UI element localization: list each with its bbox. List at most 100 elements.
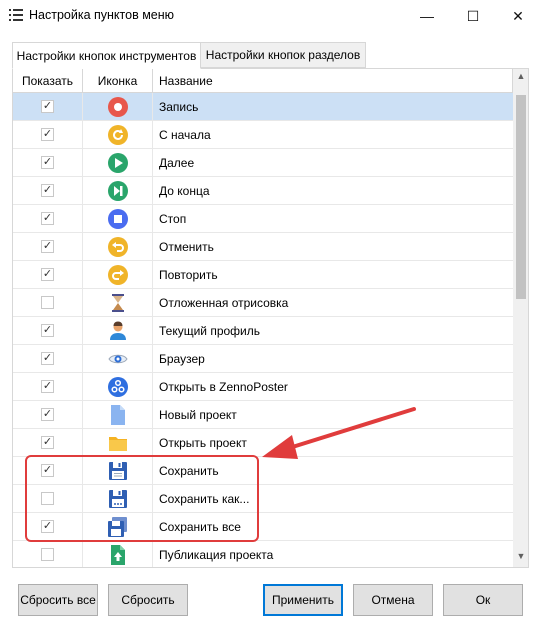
item-name: Повторить <box>159 267 218 282</box>
show-cell <box>13 485 83 512</box>
item-name: До конца <box>159 183 210 198</box>
table-row[interactable]: ✓ Текущий профиль <box>13 317 513 345</box>
table-row[interactable]: ✓ Сохранить все <box>13 513 513 541</box>
icon-cell <box>83 121 153 148</box>
play-icon <box>107 152 128 173</box>
show-cell: ✓ <box>13 121 83 148</box>
show-checkbox[interactable] <box>41 296 54 309</box>
show-cell: ✓ <box>13 93 83 120</box>
close-button[interactable]: ✕ <box>495 0 541 32</box>
icon-cell <box>83 429 153 456</box>
show-cell: ✓ <box>13 457 83 484</box>
window-title: Настройка пунктов меню <box>29 8 175 22</box>
show-cell: ✓ <box>13 149 83 176</box>
table-row[interactable]: ✓ Отменить <box>13 233 513 261</box>
show-cell: ✓ <box>13 317 83 344</box>
table-row[interactable]: Публикация проекта <box>13 541 513 567</box>
show-cell: ✓ <box>13 429 83 456</box>
scroll-down-arrow-icon[interactable]: ▼ <box>513 551 528 565</box>
folder-icon <box>108 436 127 451</box>
save-all-icon <box>107 516 127 537</box>
show-cell: ✓ <box>13 261 83 288</box>
icon-cell <box>83 373 153 400</box>
icon-cell <box>83 289 153 316</box>
item-name: Сохранить <box>159 463 219 478</box>
show-cell <box>13 541 83 567</box>
scroll-up-arrow-icon[interactable]: ▲ <box>513 71 528 85</box>
item-name: Браузер <box>159 351 205 366</box>
table-row[interactable]: ✓ Сохранить <box>13 457 513 485</box>
show-cell: ✓ <box>13 177 83 204</box>
scrollbar-thumb[interactable] <box>516 95 526 299</box>
show-checkbox[interactable]: ✓ <box>41 212 54 225</box>
item-name: Запись <box>159 99 199 114</box>
item-name: Сохранить все <box>159 519 241 534</box>
show-cell <box>13 289 83 316</box>
show-checkbox[interactable]: ✓ <box>41 100 54 113</box>
apply-button[interactable]: Применить <box>263 584 343 616</box>
show-checkbox[interactable]: ✓ <box>41 380 54 393</box>
show-checkbox[interactable]: ✓ <box>41 268 54 281</box>
table-row[interactable]: ✓ Далее <box>13 149 513 177</box>
show-checkbox[interactable]: ✓ <box>41 184 54 197</box>
show-cell: ✓ <box>13 373 83 400</box>
reset-all-button[interactable]: Сбросить все <box>18 584 98 616</box>
icon-cell <box>83 317 153 344</box>
title-bar: Настройка пунктов меню — ☐ ✕ <box>0 0 541 32</box>
show-checkbox[interactable]: ✓ <box>41 520 54 533</box>
table-row[interactable]: ✓ Браузер <box>13 345 513 373</box>
item-name: Стоп <box>159 211 187 226</box>
show-checkbox[interactable]: ✓ <box>41 408 54 421</box>
show-checkbox[interactable] <box>41 492 54 505</box>
tab-section-buttons[interactable]: Настройки кнопок разделов <box>200 42 366 68</box>
eye-icon <box>107 354 128 363</box>
maximize-button[interactable]: ☐ <box>450 0 496 32</box>
icon-cell <box>83 233 153 260</box>
show-checkbox[interactable]: ✓ <box>41 352 54 365</box>
table-row[interactable]: ✓ Новый проект <box>13 401 513 429</box>
stop-icon <box>107 208 128 229</box>
item-name: Отменить <box>159 239 214 254</box>
show-cell: ✓ <box>13 233 83 260</box>
user-profile-icon <box>109 321 126 340</box>
show-checkbox[interactable] <box>41 548 54 561</box>
icon-cell <box>83 345 153 372</box>
table-row[interactable]: ✓ Открыть проект <box>13 429 513 457</box>
undo-icon <box>107 236 128 257</box>
table-row[interactable]: Отложенная отрисовка <box>13 289 513 317</box>
icon-cell <box>83 149 153 176</box>
table-row[interactable]: ✓ Стоп <box>13 205 513 233</box>
item-name: Текущий профиль <box>159 323 261 338</box>
show-checkbox[interactable]: ✓ <box>41 464 54 477</box>
show-checkbox[interactable]: ✓ <box>41 128 54 141</box>
column-header-show[interactable]: Показать <box>13 69 83 92</box>
item-name: Далее <box>159 155 195 170</box>
tab-toolbar-buttons[interactable]: Настройки кнопок инструментов <box>12 42 201 69</box>
show-checkbox[interactable]: ✓ <box>41 436 54 449</box>
table-row[interactable]: ✓ Открыть в ZennoPoster <box>13 373 513 401</box>
show-checkbox[interactable]: ✓ <box>41 324 54 337</box>
item-name: Сохранить как... <box>159 491 250 506</box>
column-header-name[interactable]: Название <box>153 69 513 92</box>
table-row[interactable]: Сохранить как... <box>13 485 513 513</box>
icon-cell <box>83 513 153 540</box>
table-row[interactable]: ✓ Повторить <box>13 261 513 289</box>
show-checkbox[interactable]: ✓ <box>41 240 54 253</box>
vertical-scrollbar[interactable]: ▲ ▼ <box>513 69 528 567</box>
column-header-icon[interactable]: Иконка <box>83 69 153 92</box>
cancel-button[interactable]: Отмена <box>353 584 433 616</box>
icon-cell <box>83 93 153 120</box>
show-checkbox[interactable]: ✓ <box>41 156 54 169</box>
ok-button[interactable]: Ок <box>443 584 523 616</box>
table-row[interactable]: ✓ С начала <box>13 121 513 149</box>
icon-cell <box>83 177 153 204</box>
show-cell: ✓ <box>13 345 83 372</box>
item-name: Отложенная отрисовка <box>159 295 289 310</box>
icon-cell <box>83 205 153 232</box>
minimize-button[interactable]: — <box>404 0 450 32</box>
table-row[interactable]: ✓ Запись <box>13 93 513 121</box>
table-row[interactable]: ✓ До конца <box>13 177 513 205</box>
icon-cell <box>83 457 153 484</box>
record-icon <box>107 96 128 117</box>
reset-button[interactable]: Сбросить <box>108 584 188 616</box>
